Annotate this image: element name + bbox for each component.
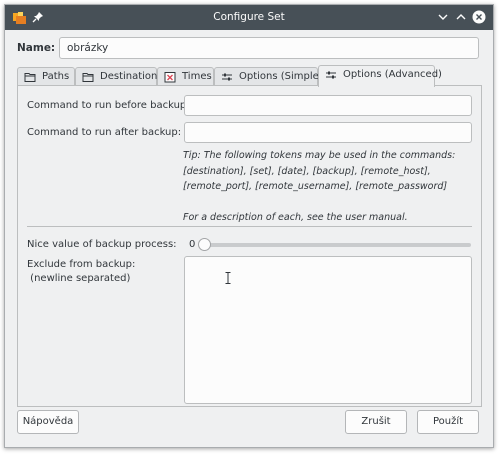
tab-label: Options (Simple) xyxy=(239,71,323,82)
options-advanced-panel: Command to run before backup: Command to… xyxy=(17,85,482,407)
nice-value-slider-track[interactable] xyxy=(201,243,471,247)
configure-set-window: Configure Set Name: obrázky Paths Destin… xyxy=(4,4,494,448)
apply-button[interactable]: Použít xyxy=(417,410,479,434)
chevron-up-icon xyxy=(456,14,466,20)
text-cursor-icon xyxy=(225,272,231,284)
name-label: Name: xyxy=(17,42,56,54)
tab-label: Options (Advanced) xyxy=(343,69,442,80)
tab-times[interactable]: Times xyxy=(157,67,214,86)
tab-options-simple[interactable]: Options (Simple) xyxy=(214,67,323,86)
tip-line: [destination], [set], [date], [backup], … xyxy=(183,165,431,177)
separator xyxy=(27,226,472,227)
name-input[interactable]: obrázky xyxy=(59,37,479,59)
tab-label: Paths xyxy=(42,71,70,82)
chevron-down-icon xyxy=(438,14,448,20)
maximize-button[interactable] xyxy=(454,10,468,24)
folder-icon xyxy=(82,73,94,82)
nice-value-label: Nice value of backup process: xyxy=(27,239,177,250)
close-icon xyxy=(472,10,486,24)
calendar-icon xyxy=(164,72,176,83)
window-title: Configure Set xyxy=(213,11,285,23)
tip-line: [remote_port], [remote_username], [remot… xyxy=(183,181,448,192)
tip-text: Tip: The following tokens may be used in… xyxy=(183,148,473,225)
tip-line: For a description of each, see the user … xyxy=(183,211,408,223)
cancel-button[interactable]: Zrušit xyxy=(345,410,407,434)
tip-line: Tip: The following tokens may be used in… xyxy=(183,150,456,161)
tab-options-advanced[interactable]: Options (Advanced) xyxy=(318,65,442,87)
title-bar[interactable]: Configure Set xyxy=(5,5,493,30)
close-button[interactable] xyxy=(472,10,486,24)
tab-label: Times xyxy=(182,71,212,82)
nice-value-slider-handle[interactable] xyxy=(198,238,211,251)
help-button[interactable]: Nápověda xyxy=(17,410,79,434)
tab-label: Destination xyxy=(100,71,158,82)
folder-icon xyxy=(24,73,36,82)
tab-paths[interactable]: Paths xyxy=(17,67,75,86)
after-backup-input[interactable] xyxy=(184,122,472,143)
tab-destination[interactable]: Destination xyxy=(75,67,157,86)
exclude-hint-label: (newline separated) xyxy=(27,273,131,284)
sliders-icon xyxy=(222,73,232,81)
after-backup-label: Command to run after backup: xyxy=(27,127,182,138)
before-backup-label: Command to run before backup: xyxy=(27,100,190,111)
nice-value-number: 0 xyxy=(189,239,196,250)
sliders-icon xyxy=(326,71,336,79)
before-backup-input[interactable] xyxy=(184,95,472,116)
exclude-label: Exclude from backup: xyxy=(27,259,136,270)
minimize-button[interactable] xyxy=(436,10,450,24)
